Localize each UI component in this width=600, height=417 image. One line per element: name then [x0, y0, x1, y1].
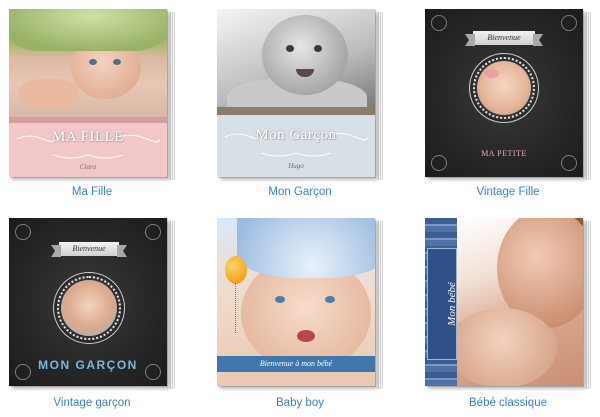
cover-name: Clara [79, 163, 97, 171]
flourish-ornament [260, 152, 332, 157]
corner-ornament [431, 15, 447, 31]
spine-label: Mon bébé [427, 248, 458, 360]
album-tile-vintage-fille[interactable]: Bienvenue MA PETITE Vintage Fille [425, 9, 591, 204]
album-cover-vintage-fille[interactable]: Bienvenue MA PETITE [425, 9, 583, 177]
album-tile-bebe-classique[interactable]: Mon bébé Bébé classique [425, 218, 591, 414]
album-caption-baby-boy[interactable]: Baby boy [217, 397, 383, 409]
album-tile-mon-garcon[interactable]: Mon Garçon Hugo Mon Garçon [217, 9, 383, 204]
cover-photo-mother-and-baby [457, 218, 583, 386]
book-pages [377, 221, 383, 389]
album-cover-ma-fille[interactable]: MA FILLE Clara [9, 9, 167, 177]
cover-title: Mon Garçon [255, 127, 337, 143]
book-pages [585, 12, 591, 180]
book-pages [169, 12, 175, 180]
album-cover-bebe-classique[interactable]: Mon bébé [425, 218, 583, 386]
book-pages [169, 221, 175, 389]
cover-subtitle: MON GARÇON [38, 358, 138, 372]
corner-ornament [15, 224, 31, 240]
cover-banner: Bienvenue à mon bébé [217, 356, 375, 372]
album-caption-vintage-fille[interactable]: Vintage Fille [425, 186, 591, 198]
album-caption-vintage-garcon[interactable]: Vintage garçon [9, 397, 175, 409]
album-tile-ma-fille[interactable]: MA FILLE Clara Ma Fille [9, 9, 175, 204]
cover-ribbon: Bienvenue [473, 31, 535, 45]
album-tile-baby-boy[interactable]: Bienvenue à mon bébé Baby boy [217, 218, 383, 414]
album-tile-vintage-garcon[interactable]: Bienvenue MON GARÇON Vintage garçon [9, 218, 175, 414]
album-cover-baby-boy[interactable]: Bienvenue à mon bébé [217, 218, 375, 386]
cover-portrait-baby-girl [477, 61, 531, 115]
balloon-icon [225, 256, 247, 284]
cover-band [9, 117, 167, 123]
album-caption-mon-garcon[interactable]: Mon Garçon [217, 186, 383, 198]
album-caption-ma-fille[interactable]: Ma Fille [9, 186, 175, 198]
cover-photo-baby-girl [9, 9, 167, 117]
cover-name: Hugo [288, 162, 304, 170]
cover-spine-plaid: Mon bébé [425, 218, 458, 386]
flourish-ornament [52, 154, 124, 159]
cover-ribbon: Bienvenue [59, 242, 119, 256]
book-pages [377, 12, 383, 180]
cover-title: MA FILLE [52, 129, 124, 145]
cover-photo-baby-boy-bw [217, 9, 375, 107]
book-pages [585, 221, 591, 389]
album-caption-bebe-classique[interactable]: Bébé classique [425, 397, 591, 409]
cover-subtitle: MA PETITE [481, 149, 527, 158]
corner-ornament [561, 15, 577, 31]
corner-ornament [145, 224, 161, 240]
album-cover-mon-garcon[interactable]: Mon Garçon Hugo [217, 9, 375, 177]
cover-portrait-baby-boy [61, 280, 117, 336]
cover-band [217, 107, 375, 115]
album-cover-vintage-garcon[interactable]: Bienvenue MON GARÇON [9, 218, 167, 386]
